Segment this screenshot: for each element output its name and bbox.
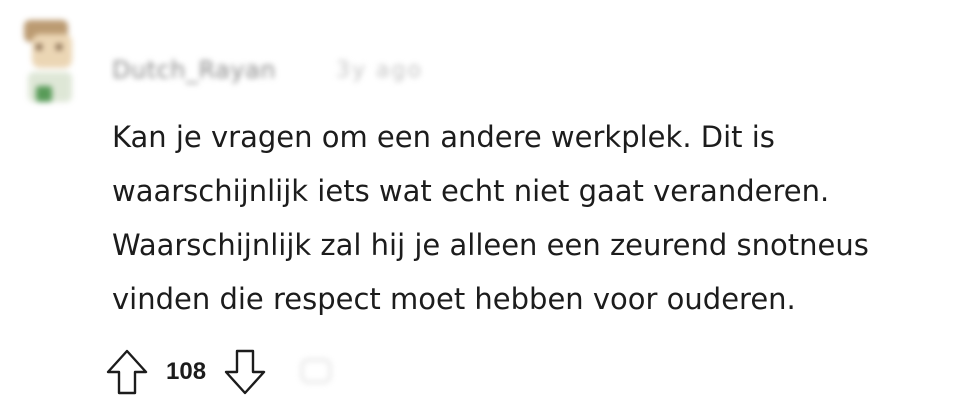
upvote-arrow-icon [106,349,148,395]
vote-score: 108 [166,358,207,385]
vote-bar: 108 [104,344,336,400]
reply-icon[interactable] [296,352,336,392]
comment-line: Waarschijnlijk zal hij je alleen een zeu… [112,228,869,262]
downvote-button[interactable] [222,346,268,398]
comment-line: vinden die respect moet hebben voor oude… [112,282,796,316]
upvote-button[interactable] [104,346,150,398]
downvote-arrow-icon [224,349,266,395]
comment-line: Kan je vragen om een andere werkplek. Di… [112,120,775,154]
comment-body: Kan je vragen om een andere werkplek. Di… [112,110,932,326]
timestamp: 3y ago [335,57,423,83]
user-avatar-icon[interactable] [18,16,82,106]
comment-line: waarschijnlijk iets wat echt niet gaat v… [112,174,830,208]
comment-header: Dutch_Rayan 3y ago [112,56,423,84]
comment: Dutch_Rayan 3y ago Kan je vragen om een … [0,0,956,414]
username-link[interactable]: Dutch_Rayan [112,56,276,84]
